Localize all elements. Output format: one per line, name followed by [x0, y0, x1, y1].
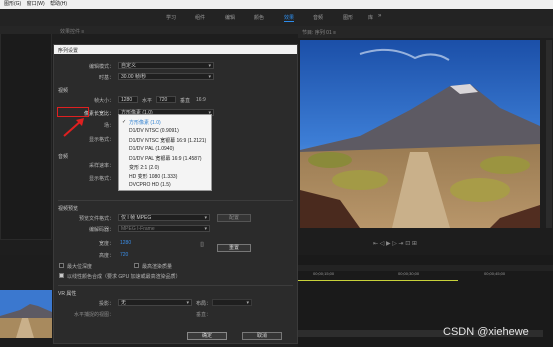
link-icon[interactable]: ⌷ [200, 242, 204, 250]
linear-composite-checkbox[interactable] [59, 273, 64, 278]
workspace-tab-effects[interactable]: 效果 [284, 14, 295, 22]
program-monitor-image [300, 40, 540, 228]
timeline-time-2: 00;00;30;00 [398, 271, 420, 276]
pixel-aspect-option[interactable]: 方形像素 (1.0) [129, 119, 161, 126]
horizontal-view-label: 水平捕捉的视图： [73, 312, 114, 318]
max-render-quality-label: 最高渲染质量 [142, 264, 173, 270]
program-monitor-title[interactable]: 节目: 序列 01 ≡ [302, 29, 336, 36]
menu-window[interactable]: 窗口(W) [27, 0, 45, 9]
pixel-aspect-option[interactable]: 变形 2:1 (2.0) [129, 164, 159, 171]
max-render-quality-checkbox[interactable] [134, 263, 139, 268]
max-bit-depth-label: 最大位深度 [67, 264, 93, 270]
frame-height-input[interactable]: 720 [156, 96, 176, 103]
width-label: 宽度： [98, 241, 114, 247]
workspace-tab-learn[interactable]: 学习 [166, 14, 176, 21]
audio-section-title: 音频 [58, 154, 69, 160]
layout-label: 布局： [196, 301, 212, 307]
effect-controls-title[interactable]: 效果控件 ≡ [60, 28, 84, 35]
preview-format-label: 预览文件格式： [78, 216, 114, 222]
pixel-aspect-options-list: ✓ 方形像素 (1.0) D1/DV NTSC (0.9091) D1/DV N… [118, 114, 212, 191]
sequence-settings-dialog: 序列设置 × 编辑模式： 自定义 时基： 30.00 帧/秒 视频 帧大小： 1… [53, 44, 298, 344]
vertical-label: 垂直 [180, 98, 191, 104]
pixel-aspect-option[interactable]: DVCPRO HD (1.5) [129, 182, 171, 188]
workspace-tab-assembly[interactable]: 组件 [195, 14, 205, 21]
menu-bar: 图形(G) 窗口(W) 帮助(H) [0, 0, 553, 9]
projection-dropdown[interactable]: 无 [118, 299, 192, 306]
watermark-text: CSDN @xiehewe [443, 326, 529, 338]
sample-rate-label: 采样速率： [88, 163, 114, 169]
timebase-label: 时基： [98, 75, 114, 81]
transport-buttons[interactable]: ⇤ ◁ ▶ ▷ ⇥ ⊡ ⊞ [373, 240, 417, 247]
pixel-aspect-option[interactable]: D1/DV NTSC (0.9091) [129, 128, 179, 134]
divider [58, 200, 293, 201]
landscape-image [300, 40, 540, 228]
audio-display-format-label: 显示格式： [88, 176, 114, 182]
editing-mode-dropdown[interactable]: 自定义 [118, 62, 214, 69]
menu-help[interactable]: 帮助(H) [50, 0, 67, 9]
workspace-tab-libraries[interactable]: 库 [368, 14, 373, 21]
linear-composite-label: 以线性颜色合成（要求 GPU 加速或最高渲染品质） [67, 274, 181, 280]
workspace-overflow-icon[interactable]: » [378, 13, 381, 19]
thumbnail-image [0, 290, 52, 338]
ok-button[interactable]: 确定 [187, 332, 227, 340]
workspace-tab-editing[interactable]: 编辑 [225, 14, 235, 21]
cancel-button[interactable]: 取消 [242, 332, 282, 340]
vertical-view-label: 垂直： [196, 312, 212, 318]
workspace-tab-color[interactable]: 颜色 [254, 14, 264, 21]
video-section-title: 视频 [58, 88, 69, 94]
workspace-tab-graphics[interactable]: 图形 [343, 14, 353, 21]
height-value[interactable]: 720 [120, 252, 128, 258]
close-icon[interactable]: × [58, 47, 294, 53]
dialog-title-bar[interactable]: 序列设置 × [54, 45, 297, 54]
vr-section-title: VR 属性 [58, 291, 77, 297]
program-transport-controls: ⇤ ◁ ▶ ▷ ⇥ ⊡ ⊞ [298, 228, 553, 255]
pixel-aspect-option[interactable]: D1/DV PAL (1.0940) [129, 146, 174, 152]
divider [58, 285, 293, 286]
pixel-aspect-option[interactable]: D1/DV PAL 宽银幕 16:9 (1.4587) [129, 155, 202, 162]
frame-size-label: 帧大小： [93, 98, 114, 104]
configure-button[interactable]: 配置 [217, 214, 251, 222]
timeline-ruler[interactable] [298, 265, 553, 271]
preview-format-dropdown[interactable]: 仅 I 帧 MPEG [118, 214, 210, 221]
codec-label: 编解码器： [88, 227, 114, 233]
pixel-aspect-option[interactable]: HD 变形 1080 (1.333) [129, 173, 177, 180]
video-preview-section-title: 视频预览 [58, 206, 79, 212]
frame-width-input[interactable]: 1280 [118, 96, 138, 103]
pixel-aspect-option[interactable]: D1/DV NTSC 宽银幕 16:9 (1.2121) [129, 137, 206, 144]
checkmark-icon: ✓ [122, 119, 127, 125]
reset-button[interactable]: 重置 [217, 244, 251, 252]
horizontal-label: 水平 [142, 98, 153, 104]
effect-controls-header: 效果控件 ≡ [0, 26, 300, 35]
right-scrollbar[interactable] [546, 40, 552, 228]
clip-thumbnail[interactable] [0, 290, 52, 338]
aspect-ratio-text: 16:9 [196, 97, 206, 103]
timeline-time-3: 00;00;45;00 [484, 271, 506, 276]
project-panel-top [0, 26, 52, 240]
max-bit-depth-checkbox[interactable] [59, 263, 64, 268]
projection-label: 投影： [98, 301, 114, 307]
timebase-dropdown[interactable]: 30.00 帧/秒 [118, 73, 214, 80]
editing-mode-label: 编辑模式： [88, 64, 114, 70]
height-label: 高度： [98, 253, 114, 259]
program-monitor-header: 节目: 序列 01 ≡ [298, 26, 553, 38]
codec-dropdown[interactable]: MPEG I-Frame [118, 225, 210, 232]
timeline-work-area [298, 280, 458, 281]
menu-graphics[interactable]: 图形(G) [4, 0, 21, 9]
workspace-bar: 学习 组件 编辑 颜色 效果 音频 图形 库 » [0, 9, 553, 26]
red-arrow-icon [63, 118, 84, 137]
layout-dropdown[interactable] [212, 299, 252, 306]
width-value[interactable]: 1280 [120, 240, 131, 246]
workspace-tab-audio[interactable]: 音频 [313, 14, 323, 21]
timeline-time-1: 00;00;15;00 [313, 271, 335, 276]
